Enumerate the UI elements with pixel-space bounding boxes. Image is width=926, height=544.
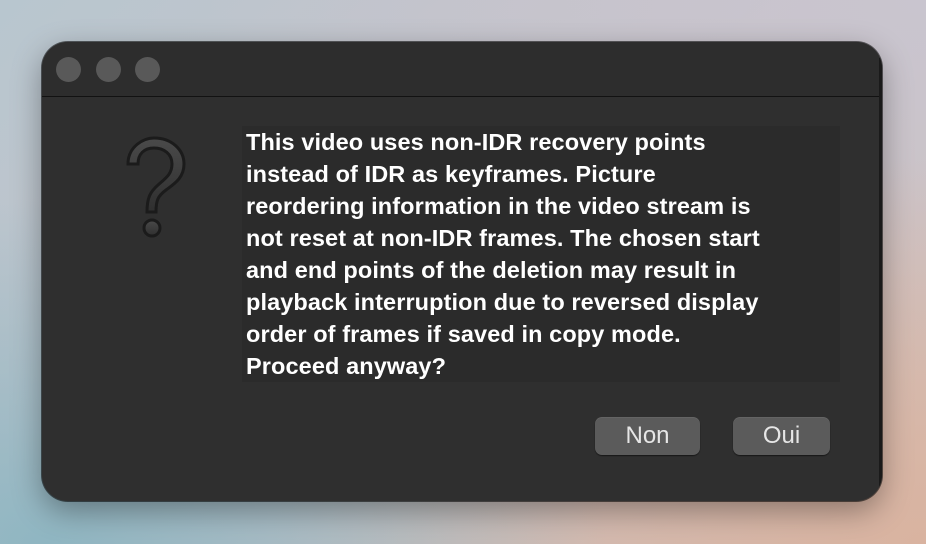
question-mark-icon xyxy=(126,136,186,238)
title-bar[interactable] xyxy=(42,42,882,97)
window-edge xyxy=(879,58,882,488)
zoom-window-button[interactable] xyxy=(135,57,160,82)
no-button[interactable]: Non xyxy=(595,417,700,455)
dialog-window: This video uses non-IDR recovery points … xyxy=(42,42,882,501)
dialog-message: This video uses non-IDR recovery points … xyxy=(242,126,840,382)
yes-button[interactable]: Oui xyxy=(733,417,830,455)
minimize-window-button[interactable] xyxy=(96,57,121,82)
close-window-button[interactable] xyxy=(56,57,81,82)
